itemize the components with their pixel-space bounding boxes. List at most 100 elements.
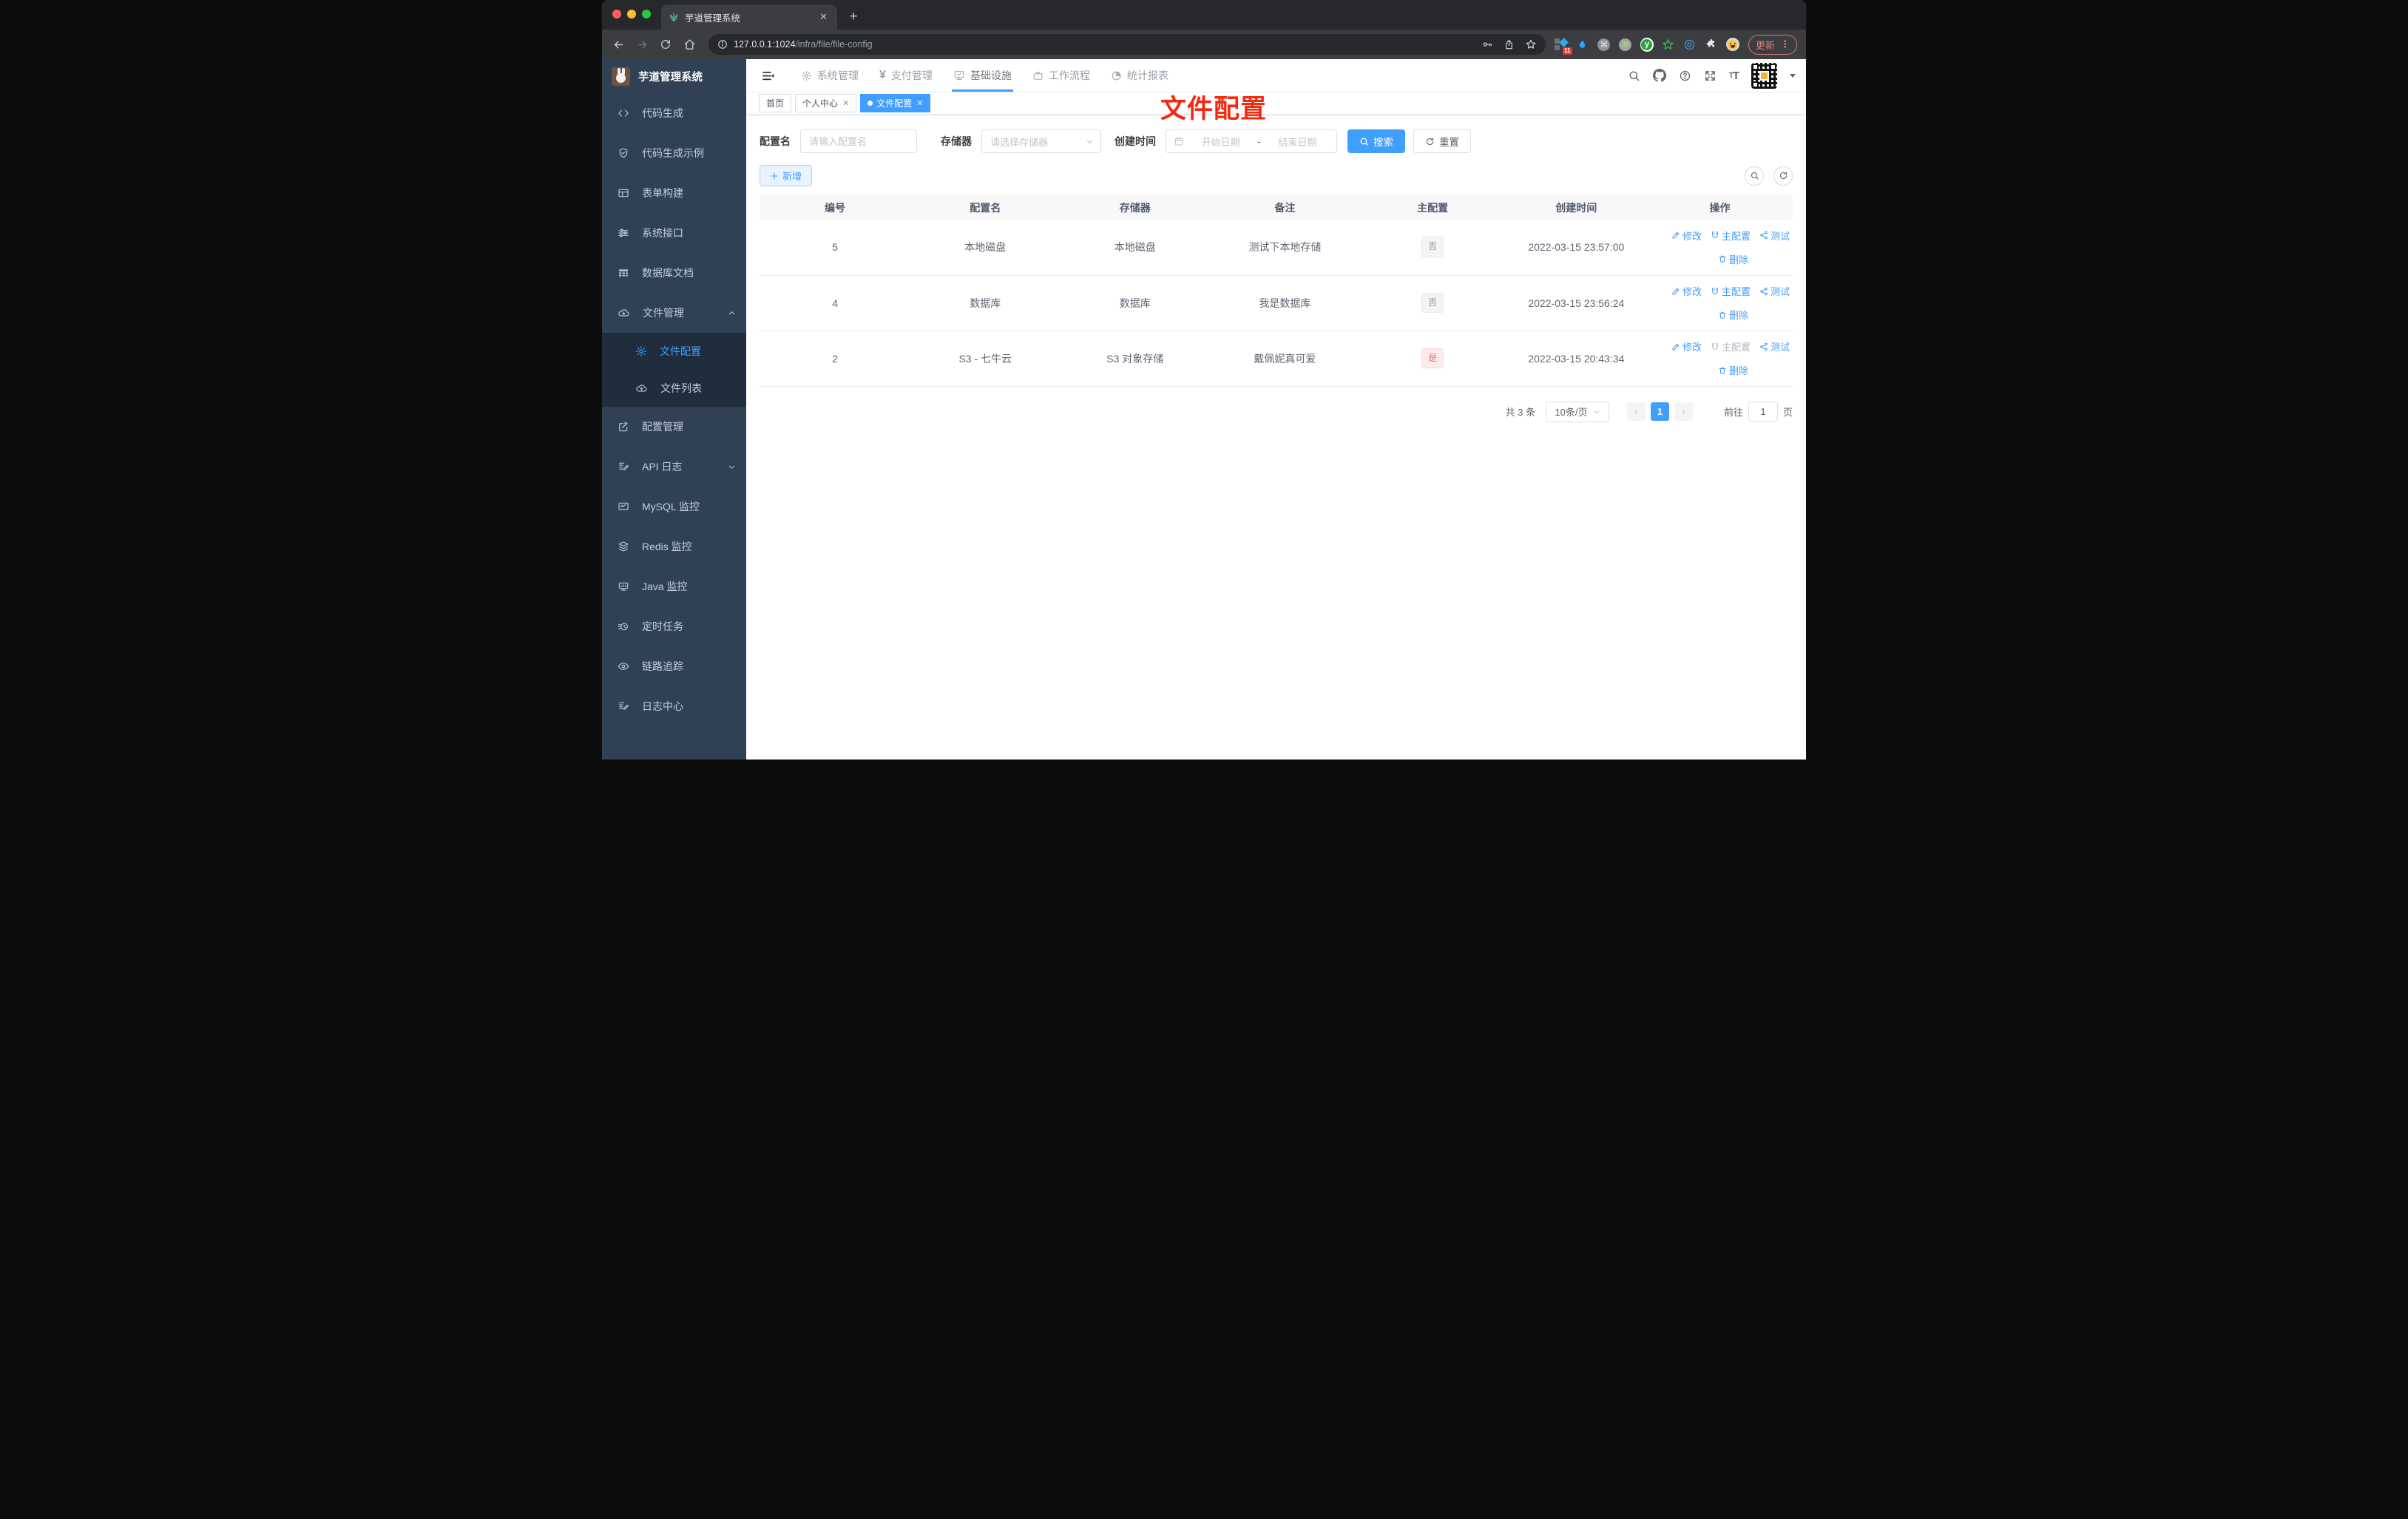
back-icon[interactable] (608, 34, 629, 55)
test-link[interactable]: 测试 (1759, 339, 1790, 353)
delete-link[interactable]: 删除 (1718, 308, 1748, 322)
share-nodes-icon (1760, 287, 1768, 295)
chevron-down-icon[interactable] (1790, 73, 1796, 78)
sidebar-item-db-doc[interactable]: 数据库文档 (602, 253, 746, 293)
add-button[interactable]: 新增 (760, 165, 813, 186)
test-link[interactable]: 测试 (1759, 229, 1790, 243)
sidebar-item-file-manage[interactable]: 文件管理 (602, 293, 746, 333)
sidebar-item-tracing[interactable]: 链路追踪 (602, 646, 746, 686)
table-header-row: 编号 配置名 存储器 备注 主配置 创建时间 操作 (760, 195, 1793, 220)
tag-profile[interactable]: 个人中心 ✕ (795, 94, 857, 112)
home-icon[interactable] (679, 34, 700, 55)
test-link[interactable]: 测试 (1759, 284, 1790, 298)
end-date-placeholder[interactable]: 结束日期 (1266, 135, 1329, 149)
config-name-input[interactable] (809, 135, 908, 147)
share-icon[interactable] (1504, 38, 1515, 50)
start-date-placeholder[interactable]: 开始日期 (1189, 135, 1252, 149)
sidebar-item-file-list[interactable]: 文件列表 (602, 370, 746, 407)
master-config-link[interactable]: 主配置 (1711, 339, 1751, 353)
nav-reports[interactable]: 统计报表 (1100, 59, 1179, 92)
sidebar-item-api-log[interactable]: API 日志 (602, 447, 746, 487)
edit-link[interactable]: 修改 (1671, 284, 1702, 298)
date-range-picker[interactable]: 开始日期 - 结束日期 (1166, 129, 1337, 153)
extension-command-icon[interactable]: ⌘ (1597, 38, 1611, 51)
extension-rings-icon[interactable] (1683, 38, 1697, 51)
minimize-window-button[interactable] (627, 10, 636, 18)
reload-icon[interactable] (655, 34, 676, 55)
zoom-window-button[interactable] (642, 10, 651, 18)
page-size-select[interactable]: 10条/页 (1545, 401, 1609, 422)
extension-puzzle-icon[interactable] (1705, 38, 1718, 51)
extension-y-icon[interactable]: y (1640, 37, 1654, 52)
col-name: 配置名 (910, 195, 1061, 220)
sidebar-item-form-builder[interactable]: 表单构建 (602, 173, 746, 213)
goto-page-input[interactable] (1748, 402, 1778, 422)
edit-link[interactable]: 修改 (1671, 339, 1702, 353)
password-key-icon[interactable] (1481, 38, 1493, 50)
browser-update-button[interactable]: 更新 ⋮ (1748, 34, 1797, 55)
grid-icon (618, 267, 629, 279)
close-icon[interactable]: ✕ (916, 98, 923, 108)
sliders-icon (618, 227, 629, 239)
master-config-link[interactable]: 主配置 (1711, 229, 1751, 243)
nav-system-manage[interactable]: 系统管理 (791, 59, 869, 92)
sidebar-item-config-manage[interactable]: 配置管理 (602, 407, 746, 447)
sidebar-item-system-api[interactable]: 系统接口 (602, 213, 746, 253)
sidebar-menu: 代码生成 代码生成示例 表单构建 系统接口 数据库文档 文件管理 文件配置 文件… (602, 93, 746, 760)
master-config-link[interactable]: 主配置 (1711, 284, 1751, 298)
sidebar-item-code-gen[interactable]: 代码生成 (602, 93, 746, 133)
next-page-button[interactable]: › (1674, 402, 1693, 421)
sidebar-item-redis-monitor[interactable]: Redis 监控 (602, 527, 746, 566)
nav-payment-manage[interactable]: ¥ 支付管理 (869, 59, 943, 92)
sidebar-item-java-monitor[interactable]: Java 监控 (602, 566, 746, 606)
help-icon[interactable] (1679, 70, 1691, 82)
site-info-icon[interactable] (717, 39, 728, 50)
sidebar-item-code-demo[interactable]: 代码生成示例 (602, 133, 746, 173)
extension-drop-icon[interactable] (1576, 38, 1589, 51)
extension-diamond-icon[interactable]: 11 (1554, 38, 1572, 55)
new-tab-button[interactable]: + (843, 7, 864, 27)
current-page[interactable]: 1 (1650, 402, 1669, 421)
table-search-icon[interactable] (1745, 166, 1764, 186)
fullscreen-icon[interactable] (1704, 70, 1717, 82)
forward-icon[interactable] (632, 34, 652, 55)
edit-link[interactable]: 修改 (1671, 229, 1702, 243)
sidebar-item-file-config[interactable]: 文件配置 (602, 333, 746, 370)
delete-link[interactable]: 删除 (1718, 252, 1748, 266)
status-badge: 否 (1421, 237, 1444, 258)
tab-close-icon[interactable]: ✕ (817, 11, 830, 23)
table-refresh-icon[interactable] (1773, 166, 1793, 186)
extension-dot-icon[interactable] (1619, 38, 1632, 51)
top-nav: 系统管理 ¥ 支付管理 基础设施 工作流程 统计报表 (791, 59, 1179, 92)
avatar[interactable] (1751, 62, 1777, 89)
config-name-input-wrap (800, 129, 917, 153)
browser-tab[interactable]: 芋道管理系统 ✕ (661, 4, 837, 30)
storage-select[interactable]: 请选择存储器 (981, 129, 1101, 153)
nav-workflow[interactable]: 工作流程 (1022, 59, 1100, 92)
search-icon[interactable] (1628, 70, 1640, 82)
extension-emoji-icon[interactable] (1725, 38, 1739, 51)
menu-fold-icon[interactable] (757, 64, 779, 87)
rabbit-avatar (612, 67, 630, 86)
nav-infrastructure[interactable]: 基础设施 (943, 59, 1022, 92)
search-button[interactable]: 搜索 (1347, 129, 1405, 153)
gear-icon (635, 345, 647, 357)
active-dot (868, 101, 873, 106)
extension-star-icon[interactable] (1662, 38, 1675, 51)
tag-file-config[interactable]: 文件配置 ✕ (860, 94, 931, 112)
browser-menu-icon[interactable]: ⋮ (1780, 38, 1790, 50)
sidebar-item-mysql-monitor[interactable]: MySQL 监控 (602, 487, 746, 527)
github-icon[interactable] (1652, 69, 1666, 82)
close-window-button[interactable] (612, 10, 621, 18)
prev-page-button[interactable]: ‹ (1626, 402, 1646, 421)
reset-button[interactable]: 重置 (1413, 129, 1471, 153)
close-icon[interactable]: ✕ (842, 98, 849, 108)
delete-link[interactable]: 删除 (1718, 363, 1748, 377)
timer-icon (618, 620, 629, 632)
address-bar[interactable]: 127.0.0.1:1024/infra/file/file-config (708, 34, 1546, 55)
sidebar-item-log-center[interactable]: 日志中心 (602, 686, 746, 726)
font-size-icon[interactable]: TT (1729, 70, 1739, 82)
bookmark-star-icon[interactable] (1525, 38, 1537, 50)
tag-home[interactable]: 首页 (759, 94, 792, 112)
sidebar-item-scheduled-tasks[interactable]: 定时任务 (602, 606, 746, 646)
